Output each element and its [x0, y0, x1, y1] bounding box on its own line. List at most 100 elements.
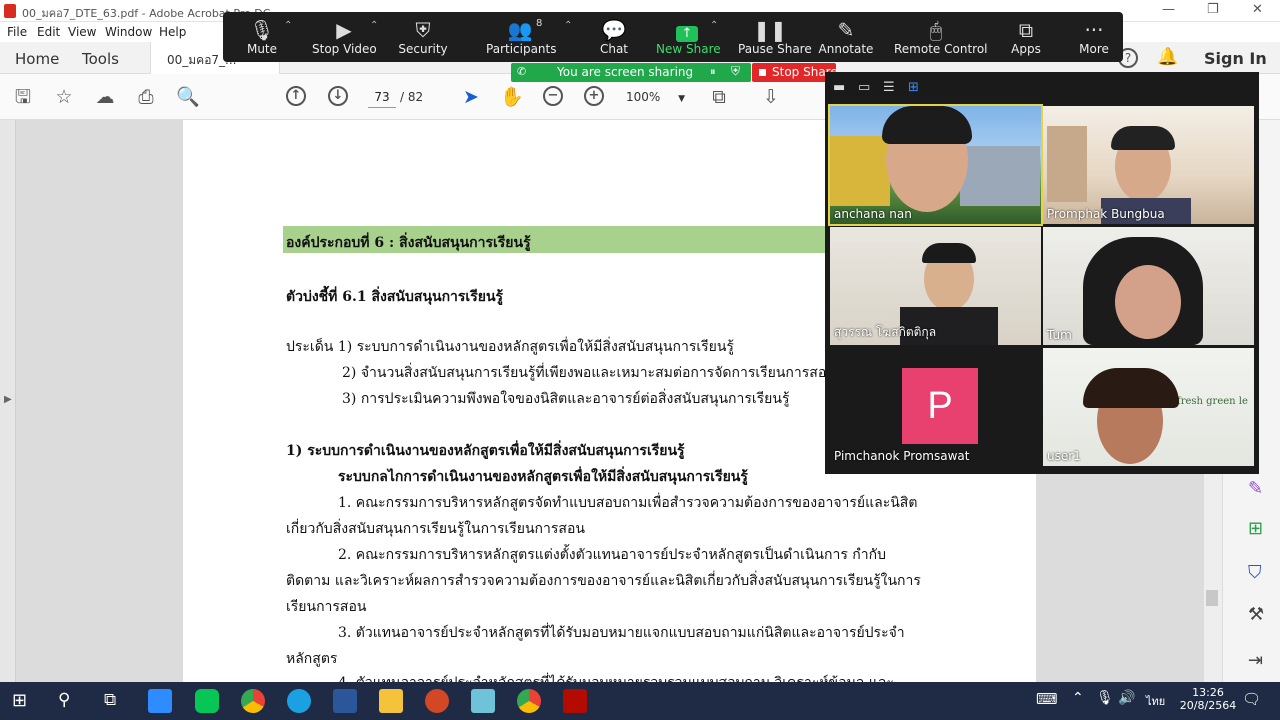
print-icon[interactable]: ⎙: [133, 84, 159, 110]
keyboard-icon[interactable]: ⌨: [1036, 690, 1058, 708]
tab-tools[interactable]: Tools: [82, 50, 119, 68]
protect-shield-icon[interactable]: ⛉: [1248, 562, 1262, 583]
apps-button[interactable]: ⧉ Apps: [1006, 12, 1046, 62]
chat-button[interactable]: 💬 Chat: [594, 12, 634, 62]
stop-video-button[interactable]: ▶ Stop Video: [312, 12, 377, 62]
item-2-line-b: ติดตาม และวิเคราะห์ผลการสำรวจความต้องการ…: [286, 573, 921, 589]
page-display-icon[interactable]: ⧉: [706, 84, 732, 110]
issue-line-2: 2) จำนวนสิ่งสนับสนุนการเรียนรู้ที่เพียงพ…: [342, 365, 836, 381]
line-app-icon[interactable]: [195, 689, 219, 713]
restore-icon[interactable]: ❐: [1207, 2, 1219, 17]
building-bg: [960, 146, 1040, 206]
menu-file[interactable]: File: [7, 25, 27, 39]
participants-options-chevron-icon[interactable]: ⌃: [564, 20, 572, 31]
video-tile[interactable]: Tum: [1043, 227, 1254, 345]
chat-label: Chat: [599, 42, 629, 56]
export-pdf-icon[interactable]: ⊞: [1248, 518, 1263, 539]
mouse-icon: 🖱: [930, 18, 942, 42]
cloud-upload-icon[interactable]: ☁: [92, 84, 118, 110]
fill-sign-icon[interactable]: ✎: [1248, 478, 1263, 499]
word-app-icon[interactable]: [333, 689, 357, 713]
left-panel-toggle[interactable]: ▶: [0, 120, 16, 682]
star-icon[interactable]: ☆: [51, 84, 77, 110]
scroll-thumb[interactable]: [1206, 590, 1218, 606]
menu-help[interactable]: Help: [159, 25, 186, 39]
system-clock[interactable]: 13:26 20/8/2564: [1178, 686, 1238, 712]
windows-start-icon[interactable]: ⊞: [12, 690, 27, 711]
participant-hair: [1111, 126, 1175, 150]
participant-face: [1115, 265, 1181, 339]
previous-page-icon[interactable]: ↑: [286, 86, 306, 106]
issue-line-1: ประเด็น 1) ระบบการดำเนินงานของหลักสูตรเพ…: [286, 339, 734, 355]
menu-edit[interactable]: Edit: [37, 25, 60, 39]
scroll-mode-icon[interactable]: ⇩: [758, 84, 784, 110]
chrome-profile-app-icon[interactable]: [517, 689, 541, 713]
minimize-video-icon[interactable]: ▬: [833, 80, 845, 95]
edge-app-icon[interactable]: [287, 689, 311, 713]
remote-control-label: Remote Control: [894, 42, 988, 56]
menu-window[interactable]: Window: [105, 25, 152, 39]
chrome-app-icon[interactable]: [241, 689, 265, 713]
microphone-tray-icon[interactable]: 🎙: [1096, 690, 1114, 706]
mute-button[interactable]: 🎙 Mute: [238, 12, 286, 62]
mute-options-chevron-icon[interactable]: ⌃: [284, 20, 292, 31]
gallery-view-icon[interactable]: ⊞: [908, 80, 919, 95]
collapse-panel-icon[interactable]: ⇥: [1248, 650, 1263, 671]
annotate-button[interactable]: ✎ Annotate: [818, 12, 874, 62]
participants-button[interactable]: 👥 Participants: [486, 12, 557, 62]
taskbar-search-icon[interactable]: ⚲: [58, 690, 70, 710]
share-options-chevron-icon[interactable]: ⌃: [710, 20, 718, 31]
mute-label: Mute: [246, 42, 278, 56]
zoom-out-icon[interactable]: −: [543, 86, 563, 106]
zoom-app-icon[interactable]: [148, 689, 172, 713]
section-title: 1) ระบบการดำเนินงานของหลักสูตรเพื่อให้มี…: [286, 443, 685, 459]
minimize-icon[interactable]: —: [1162, 2, 1175, 17]
tray-chevron-icon[interactable]: ⌃: [1072, 690, 1084, 706]
bell-icon[interactable]: 🔔: [1157, 47, 1178, 67]
new-share-button[interactable]: ↑ New Share: [656, 12, 721, 62]
zoom-in-icon[interactable]: +: [584, 86, 604, 106]
pencil-icon: ✎: [837, 18, 855, 42]
select-cursor-icon[interactable]: ➤: [458, 84, 484, 110]
stop-share-button[interactable]: Stop Share: [752, 63, 838, 82]
more-tools-icon[interactable]: ⚒: [1248, 604, 1264, 625]
thumbnail-view-icon[interactable]: ☰: [883, 80, 895, 95]
remote-control-button[interactable]: 🖱 Remote Control: [894, 12, 988, 62]
notifications-icon[interactable]: 🗨: [1242, 690, 1261, 708]
input-language[interactable]: ไทย: [1146, 692, 1165, 710]
pause-share-button[interactable]: ❚❚ Pause Share: [738, 12, 812, 62]
participant-hair: [882, 106, 972, 144]
save-icon[interactable]: 🖫: [10, 84, 36, 110]
participants-icon: 👥: [507, 18, 533, 42]
notes-app-icon[interactable]: [471, 689, 495, 713]
video-tile[interactable]: P Pimchanok Promsawat: [830, 348, 1041, 466]
search-icon[interactable]: 🔍: [175, 84, 201, 110]
page-number-input[interactable]: 73: [368, 86, 396, 108]
video-tile[interactable]: fresh green le user1: [1043, 348, 1254, 466]
tab-home[interactable]: Home: [15, 50, 59, 68]
video-options-chevron-icon[interactable]: ⌃: [370, 20, 378, 31]
speaker-view-icon[interactable]: ▭: [858, 80, 870, 95]
task-view-icon[interactable]: ⧉: [104, 690, 116, 710]
hand-tool-icon[interactable]: ✋: [499, 84, 525, 110]
zoom-level-select[interactable]: 100% ▼: [626, 90, 685, 104]
screen-sharing-indicator[interactable]: ✆ You are screen sharing ⏸ ⛨: [511, 63, 751, 82]
item-2-line-a: 2. คณะกรรมการบริหารหลักสูตรแต่งตั้งตัวแท…: [338, 547, 887, 563]
video-tile[interactable]: สุวรรณ โฆสกิตติกุล: [830, 227, 1041, 345]
close-icon[interactable]: ✕: [1252, 2, 1263, 17]
next-page-icon[interactable]: ↓: [328, 86, 348, 106]
powerpoint-app-icon[interactable]: [425, 689, 449, 713]
file-explorer-icon[interactable]: [379, 689, 403, 713]
acrobat-app-icon[interactable]: [563, 689, 587, 713]
pause-circle-icon[interactable]: ⏸: [710, 65, 716, 79]
item-3-line-a: 3. ตัวแทนอาจารย์ประจำหลักสูตรที่ได้รับมอ…: [338, 625, 905, 641]
item-1-line-a: 1. คณะกรรมการบริหารหลักสูตรจัดทำแบบสอบถา…: [338, 495, 918, 511]
video-tile[interactable]: Promphak Bungbua: [1043, 106, 1254, 224]
sign-in-button[interactable]: Sign In: [1204, 49, 1267, 68]
menu-view[interactable]: View: [68, 25, 96, 39]
expand-arrow-icon: ▶: [4, 394, 12, 405]
security-button[interactable]: ⛨ Security: [396, 12, 450, 62]
volume-icon[interactable]: 🔊: [1118, 690, 1135, 706]
more-button[interactable]: ··· More: [1074, 12, 1114, 62]
video-tile[interactable]: anchana nan: [828, 104, 1043, 226]
